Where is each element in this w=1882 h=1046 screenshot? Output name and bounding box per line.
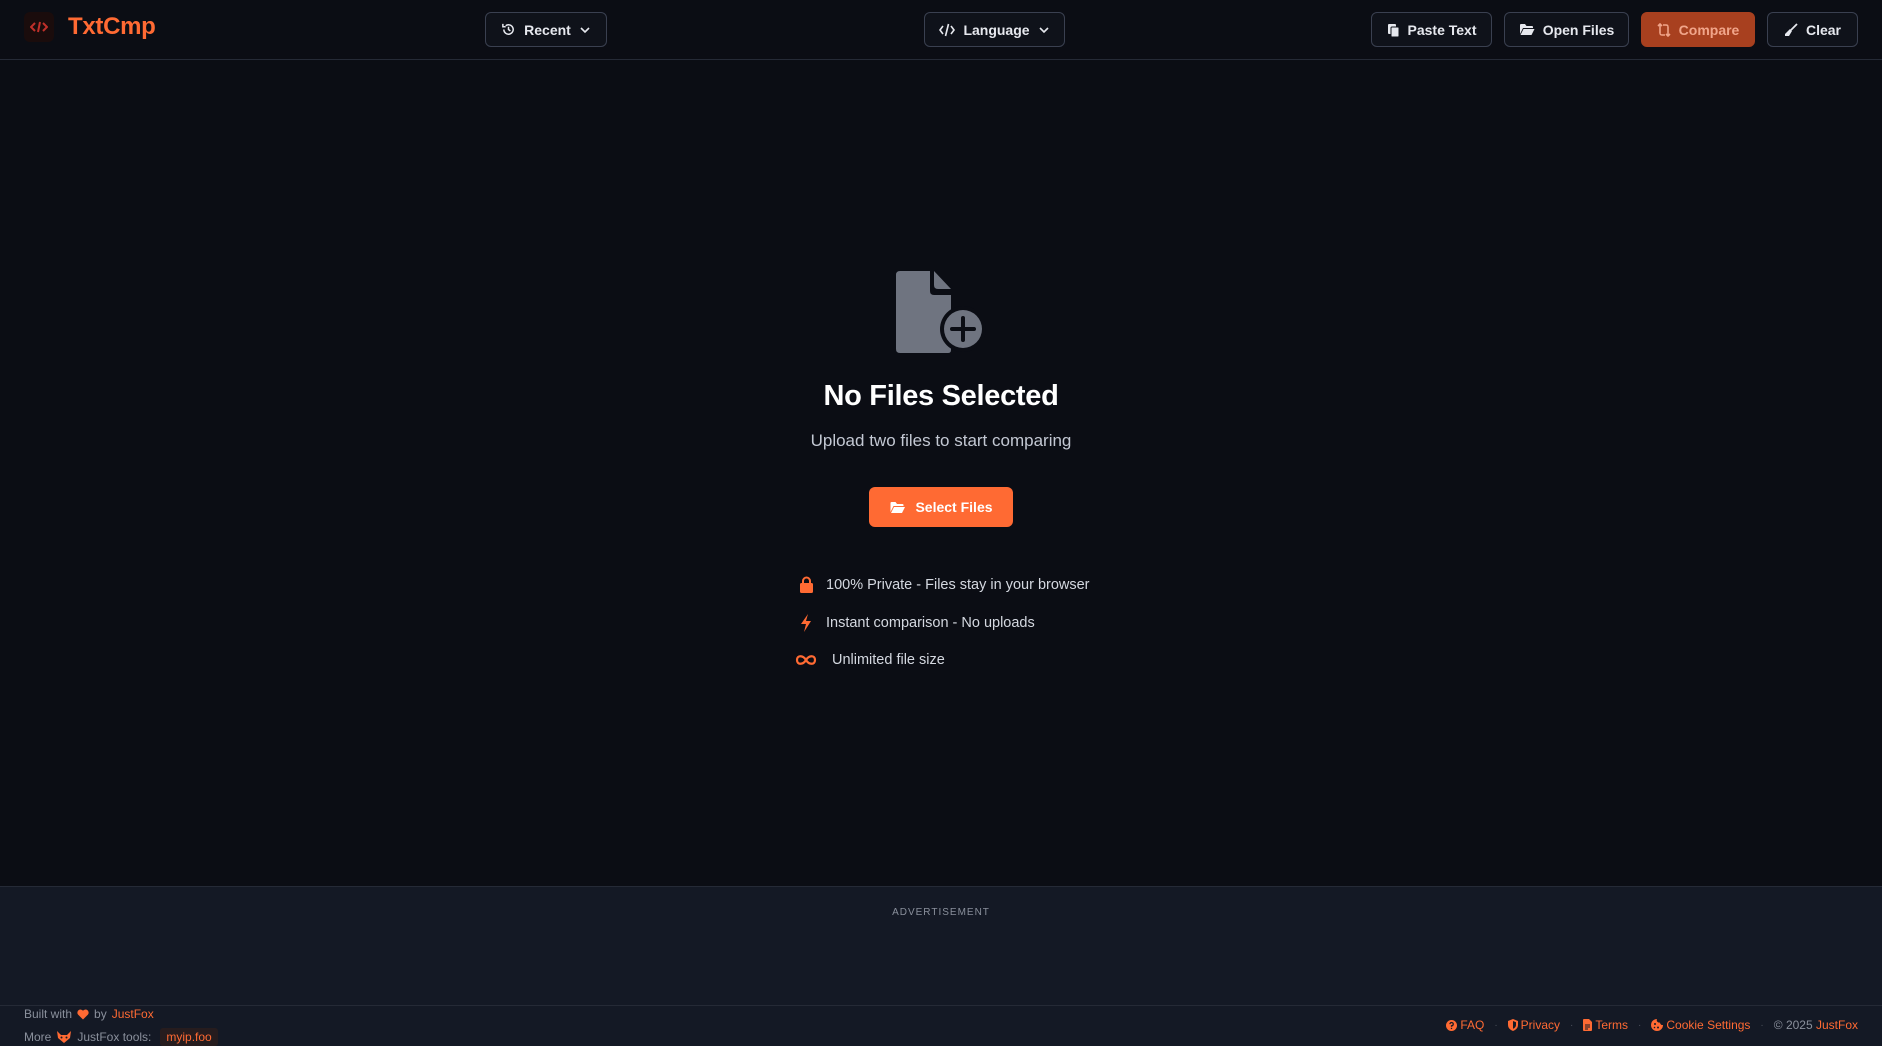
feature-private: 100% Private - Files stay in your browse… [795,576,1090,593]
separator: · [1494,1019,1498,1031]
chevron-down-icon [580,26,590,33]
terms-label: Terms [1595,1018,1629,1032]
paste-text-label: Paste Text [1407,21,1477,38]
recent-dropdown[interactable]: Recent [485,12,607,47]
separator: · [1570,1019,1574,1031]
language-dropdown[interactable]: Language [924,12,1065,47]
lock-icon [799,576,813,593]
chevron-down-icon [1038,26,1049,33]
footer: Built with by JustFox More JustFox tools… [0,1005,1882,1046]
clipboard-icon [1387,23,1399,37]
more-text: More [24,1030,52,1044]
folder-open-icon [890,501,906,513]
feature-unlimited-text: Unlimited file size [832,652,945,668]
infinity-icon [795,655,817,665]
empty-subtitle: Upload two files to start comparing [810,431,1072,450]
open-files-label: Open Files [1542,21,1615,38]
fox-icon [57,1031,72,1043]
compare-button[interactable]: Compare [1641,12,1755,47]
code-icon [939,23,956,36]
feature-instant: Instant comparison - No uploads [795,614,1035,632]
cookie-settings-label: Cookie Settings [1666,1018,1751,1032]
compare-arrows-icon [1657,22,1671,37]
recent-label: Recent [524,21,571,38]
footer-credit: Built with by JustFox [24,1007,154,1021]
built-with-text: Built with [24,1007,73,1021]
select-files-button[interactable]: Select Files [869,487,1013,527]
brand[interactable]: TxtCmp [24,12,156,42]
faq-label: FAQ [1460,1018,1485,1032]
copyright: © 2025 JustFox [1774,1018,1858,1032]
clear-label: Clear [1805,21,1842,38]
compare-label: Compare [1678,21,1740,38]
document-icon [1583,1019,1593,1031]
faq-link[interactable]: FAQ [1446,1018,1484,1032]
bolt-icon [801,614,811,632]
separator: · [1760,1019,1764,1031]
file-plus-icon [896,271,986,353]
empty-state: No Files Selected Upload two files to st… [0,61,1882,886]
tool-link-myip[interactable]: myip.foo [160,1028,218,1046]
feature-unlimited: Unlimited file size [795,652,945,668]
paste-text-button[interactable]: Paste Text [1371,12,1492,47]
shield-icon [1507,1019,1518,1031]
folder-open-icon [1519,24,1535,35]
select-files-label: Select Files [915,499,993,515]
app-name: TxtCmp [68,13,156,40]
footer-more-tools: More JustFox tools: myip.foo [24,1028,218,1046]
open-files-button[interactable]: Open Files [1504,12,1629,47]
cookie-settings-link[interactable]: Cookie Settings [1651,1018,1750,1032]
feature-private-text: 100% Private - Files stay in your browse… [826,576,1090,593]
privacy-link[interactable]: Privacy [1507,1018,1561,1032]
tools-label: JustFox tools: [77,1030,152,1044]
copyright-text: © 2025 [1773,1018,1813,1032]
feature-instant-text: Instant comparison - No uploads [826,615,1035,631]
advertisement-area: ADVERTISEMENT [0,886,1882,1006]
separator: · [1638,1019,1642,1031]
footer-links: FAQ · Privacy · Terms · Cookie Settings … [1446,1018,1858,1032]
author-link[interactable]: JustFox [112,1007,154,1021]
question-circle-icon [1446,1019,1458,1031]
app-page: TxtCmp Recent Language Paste Text Open F… [0,0,1882,1046]
by-text: by [94,1007,107,1021]
history-icon [502,23,515,35]
language-label: Language [963,21,1030,38]
logo-icon [24,12,54,42]
terms-link[interactable]: Terms [1583,1018,1628,1032]
broom-icon [1784,22,1798,36]
clear-button[interactable]: Clear [1767,12,1858,47]
heart-icon [77,1009,89,1019]
copyright-owner-link[interactable]: JustFox [1816,1018,1858,1032]
top-bar: TxtCmp Recent Language Paste Text Open F… [0,0,1882,60]
cookie-icon [1651,1019,1664,1031]
advertisement-label: ADVERTISEMENT [892,907,990,918]
privacy-label: Privacy [1520,1018,1561,1032]
empty-title: No Files Selected [823,380,1059,412]
